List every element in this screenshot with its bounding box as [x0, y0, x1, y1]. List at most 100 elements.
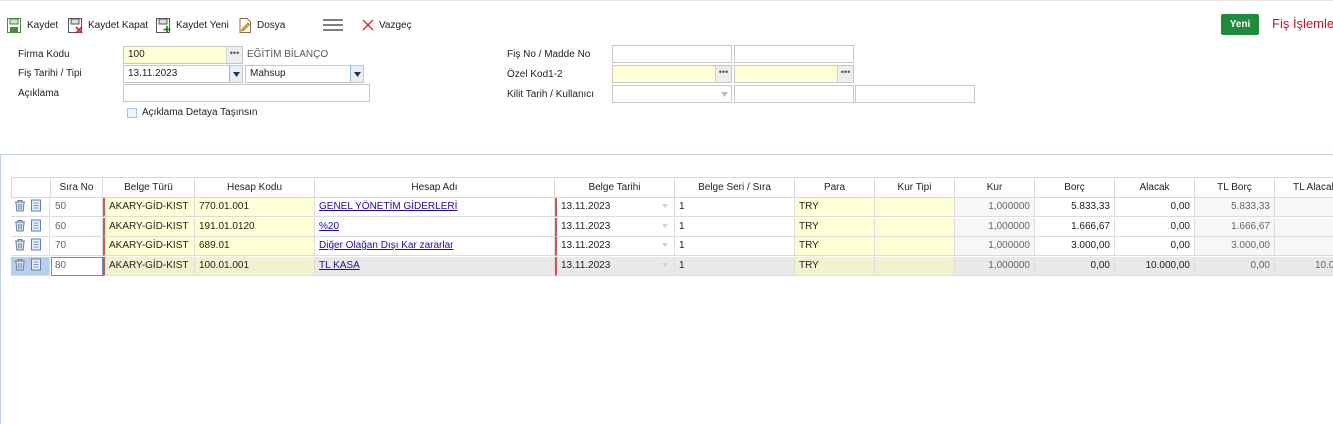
fis-no-field[interactable] [612, 45, 732, 63]
cell-belge-turu[interactable]: AKARY-GİD-KIST [103, 237, 195, 256]
file-button[interactable]: Dosya [237, 15, 285, 35]
header-belge-tarihi[interactable]: Belge Tarihi [555, 177, 675, 198]
cell-hesap-adi[interactable]: GENEL YÖNETİM GİDERLERİ [315, 198, 555, 217]
cell-kur[interactable]: 1,000000 [955, 217, 1035, 237]
chevron-down-icon[interactable] [718, 86, 731, 102]
dots-icon[interactable]: ••• [837, 66, 853, 82]
new-button[interactable]: Yeni [1221, 14, 1259, 35]
cell-sira-no[interactable]: 50 [51, 198, 103, 217]
header-tl-borc[interactable]: TL Borç [1195, 177, 1275, 198]
table-row[interactable]: 80 AKARY-GİD-KIST 100.01.001 TL KASA 13.… [11, 256, 1333, 276]
save-button[interactable]: Kaydet [6, 15, 58, 35]
cell-alacak[interactable]: 10.000,00 [1115, 256, 1195, 276]
fis-tipi-select[interactable]: Mahsup [245, 65, 364, 83]
trash-icon[interactable] [14, 199, 26, 215]
ozel-kod2-field[interactable]: ••• [734, 65, 854, 83]
save-new-button[interactable]: Kaydet Yeni [155, 15, 229, 35]
save-close-button[interactable]: Kaydet Kapat [67, 15, 148, 35]
cell-borc[interactable]: 0,00 [1035, 256, 1115, 276]
cell-hesap-kodu[interactable]: 191.01.0120 [195, 217, 315, 237]
cell-hesap-adi[interactable]: %20 [315, 217, 555, 237]
cell-kur-tipi[interactable] [875, 256, 955, 276]
cell-kur[interactable]: 1,000000 [955, 237, 1035, 256]
trash-icon[interactable] [14, 238, 26, 254]
cell-tl-borc[interactable]: 5.833,33 [1195, 198, 1275, 217]
chevron-down-icon[interactable] [350, 66, 363, 82]
cell-belge-seri[interactable]: 1 [675, 256, 795, 276]
kilit-extra-field[interactable] [855, 85, 975, 103]
table-row[interactable]: 60 AKARY-GİD-KIST 191.01.0120 %20 13.11.… [11, 217, 1333, 237]
kilit-tarih-field[interactable] [612, 85, 732, 103]
kilit-kullanici-field[interactable] [734, 85, 854, 103]
header-para[interactable]: Para [795, 177, 875, 198]
table-row[interactable]: 70 AKARY-GİD-KIST 689.01 Diğer Olağan Dı… [11, 237, 1333, 256]
cell-hesap-adi[interactable]: TL KASA [315, 256, 555, 276]
cell-tl-borc[interactable]: 1.666,67 [1195, 217, 1275, 237]
ozel-kod1-field[interactable]: ••• [612, 65, 732, 83]
cell-belge-turu[interactable]: AKARY-GİD-KIST [103, 256, 195, 276]
chevron-down-icon[interactable] [662, 223, 668, 228]
cell-hesap-kodu[interactable]: 100.01.001 [195, 256, 315, 276]
madde-no-field[interactable] [734, 45, 854, 63]
cell-belge-seri[interactable]: 1 [675, 237, 795, 256]
header-kur[interactable]: Kur [955, 177, 1035, 198]
header-tl-alacak[interactable]: TL Alacak [1275, 177, 1333, 198]
header-kur-tipi[interactable]: Kur Tipi [875, 177, 955, 198]
cell-alacak[interactable]: 0,00 [1115, 198, 1195, 217]
cell-kur-tipi[interactable] [875, 217, 955, 237]
cancel-button[interactable]: Vazgeç [361, 15, 412, 35]
chevron-down-icon[interactable] [662, 204, 668, 208]
account-link[interactable]: GENEL YÖNETİM GİDERLERİ [319, 201, 457, 212]
cell-sira-no[interactable]: 70 [51, 237, 103, 256]
cell-tl-alacak[interactable] [1275, 198, 1333, 217]
cell-alacak[interactable]: 0,00 [1115, 237, 1195, 256]
cell-belge-seri[interactable]: 1 [675, 198, 795, 217]
account-link[interactable]: Diğer Olağan Dışı Kar zararlar [319, 240, 454, 251]
account-link[interactable]: TL KASA [319, 260, 360, 271]
header-hesap-adi[interactable]: Hesap Adı [315, 177, 555, 198]
cell-belge-seri[interactable]: 1 [675, 217, 795, 237]
fis-tarihi-field[interactable]: 13.11.2023 [123, 65, 243, 83]
menu-button[interactable] [322, 15, 344, 35]
cell-borc[interactable]: 5.833,33 [1035, 198, 1115, 217]
chevron-down-icon[interactable] [662, 262, 668, 267]
cell-tl-borc[interactable]: 3.000,00 [1195, 237, 1275, 256]
dots-icon[interactable]: ••• [715, 66, 731, 82]
cell-kur-tipi[interactable] [875, 198, 955, 217]
cell-sira-no[interactable]: 60 [51, 217, 103, 237]
header-belge-turu[interactable]: Belge Türü [103, 177, 195, 198]
cell-hesap-kodu[interactable]: 770.01.001 [195, 198, 315, 217]
header-borc[interactable]: Borç [1035, 177, 1115, 198]
cell-borc[interactable]: 3.000,00 [1035, 237, 1115, 256]
cell-alacak[interactable]: 0,00 [1115, 217, 1195, 237]
document-icon[interactable] [30, 238, 42, 254]
cell-belge-turu[interactable]: AKARY-GİD-KIST [103, 217, 195, 237]
document-icon[interactable] [30, 199, 42, 215]
header-alacak[interactable]: Alacak [1115, 177, 1195, 198]
dots-icon[interactable]: ••• [226, 47, 242, 63]
header-sira-no[interactable]: Sıra No [51, 177, 103, 198]
header-belge-seri[interactable]: Belge Seri / Sıra [675, 177, 795, 198]
cell-tl-alacak[interactable]: 10.00 [1275, 256, 1333, 276]
trash-icon[interactable] [14, 219, 26, 235]
cell-para[interactable]: TRY [795, 198, 875, 217]
cell-belge-tarihi[interactable]: 13.11.2023 [555, 256, 675, 276]
cell-para[interactable]: TRY [795, 256, 875, 276]
cell-para[interactable]: TRY [795, 217, 875, 237]
document-icon[interactable] [30, 219, 42, 235]
cell-kur[interactable]: 1,000000 [955, 198, 1035, 217]
cell-belge-tarihi[interactable]: 13.11.2023 [555, 217, 675, 237]
table-row[interactable]: 50 AKARY-GİD-KIST 770.01.001 GENEL YÖNET… [11, 198, 1333, 217]
cell-tl-borc[interactable]: 0,00 [1195, 256, 1275, 276]
trash-icon[interactable] [14, 258, 26, 274]
cell-belge-tarihi[interactable]: 13.11.2023 [555, 237, 675, 256]
aciklama-field[interactable] [123, 84, 370, 102]
document-icon[interactable] [30, 258, 42, 274]
cell-hesap-adi[interactable]: Diğer Olağan Dışı Kar zararlar [315, 237, 555, 256]
chevron-down-icon[interactable] [229, 66, 242, 82]
cell-belge-turu[interactable]: AKARY-GİD-KIST [103, 198, 195, 217]
cell-belge-tarihi[interactable]: 13.11.2023 [555, 198, 675, 217]
cell-tl-alacak[interactable] [1275, 237, 1333, 256]
cell-para[interactable]: TRY [795, 237, 875, 256]
cell-kur-tipi[interactable] [875, 237, 955, 256]
